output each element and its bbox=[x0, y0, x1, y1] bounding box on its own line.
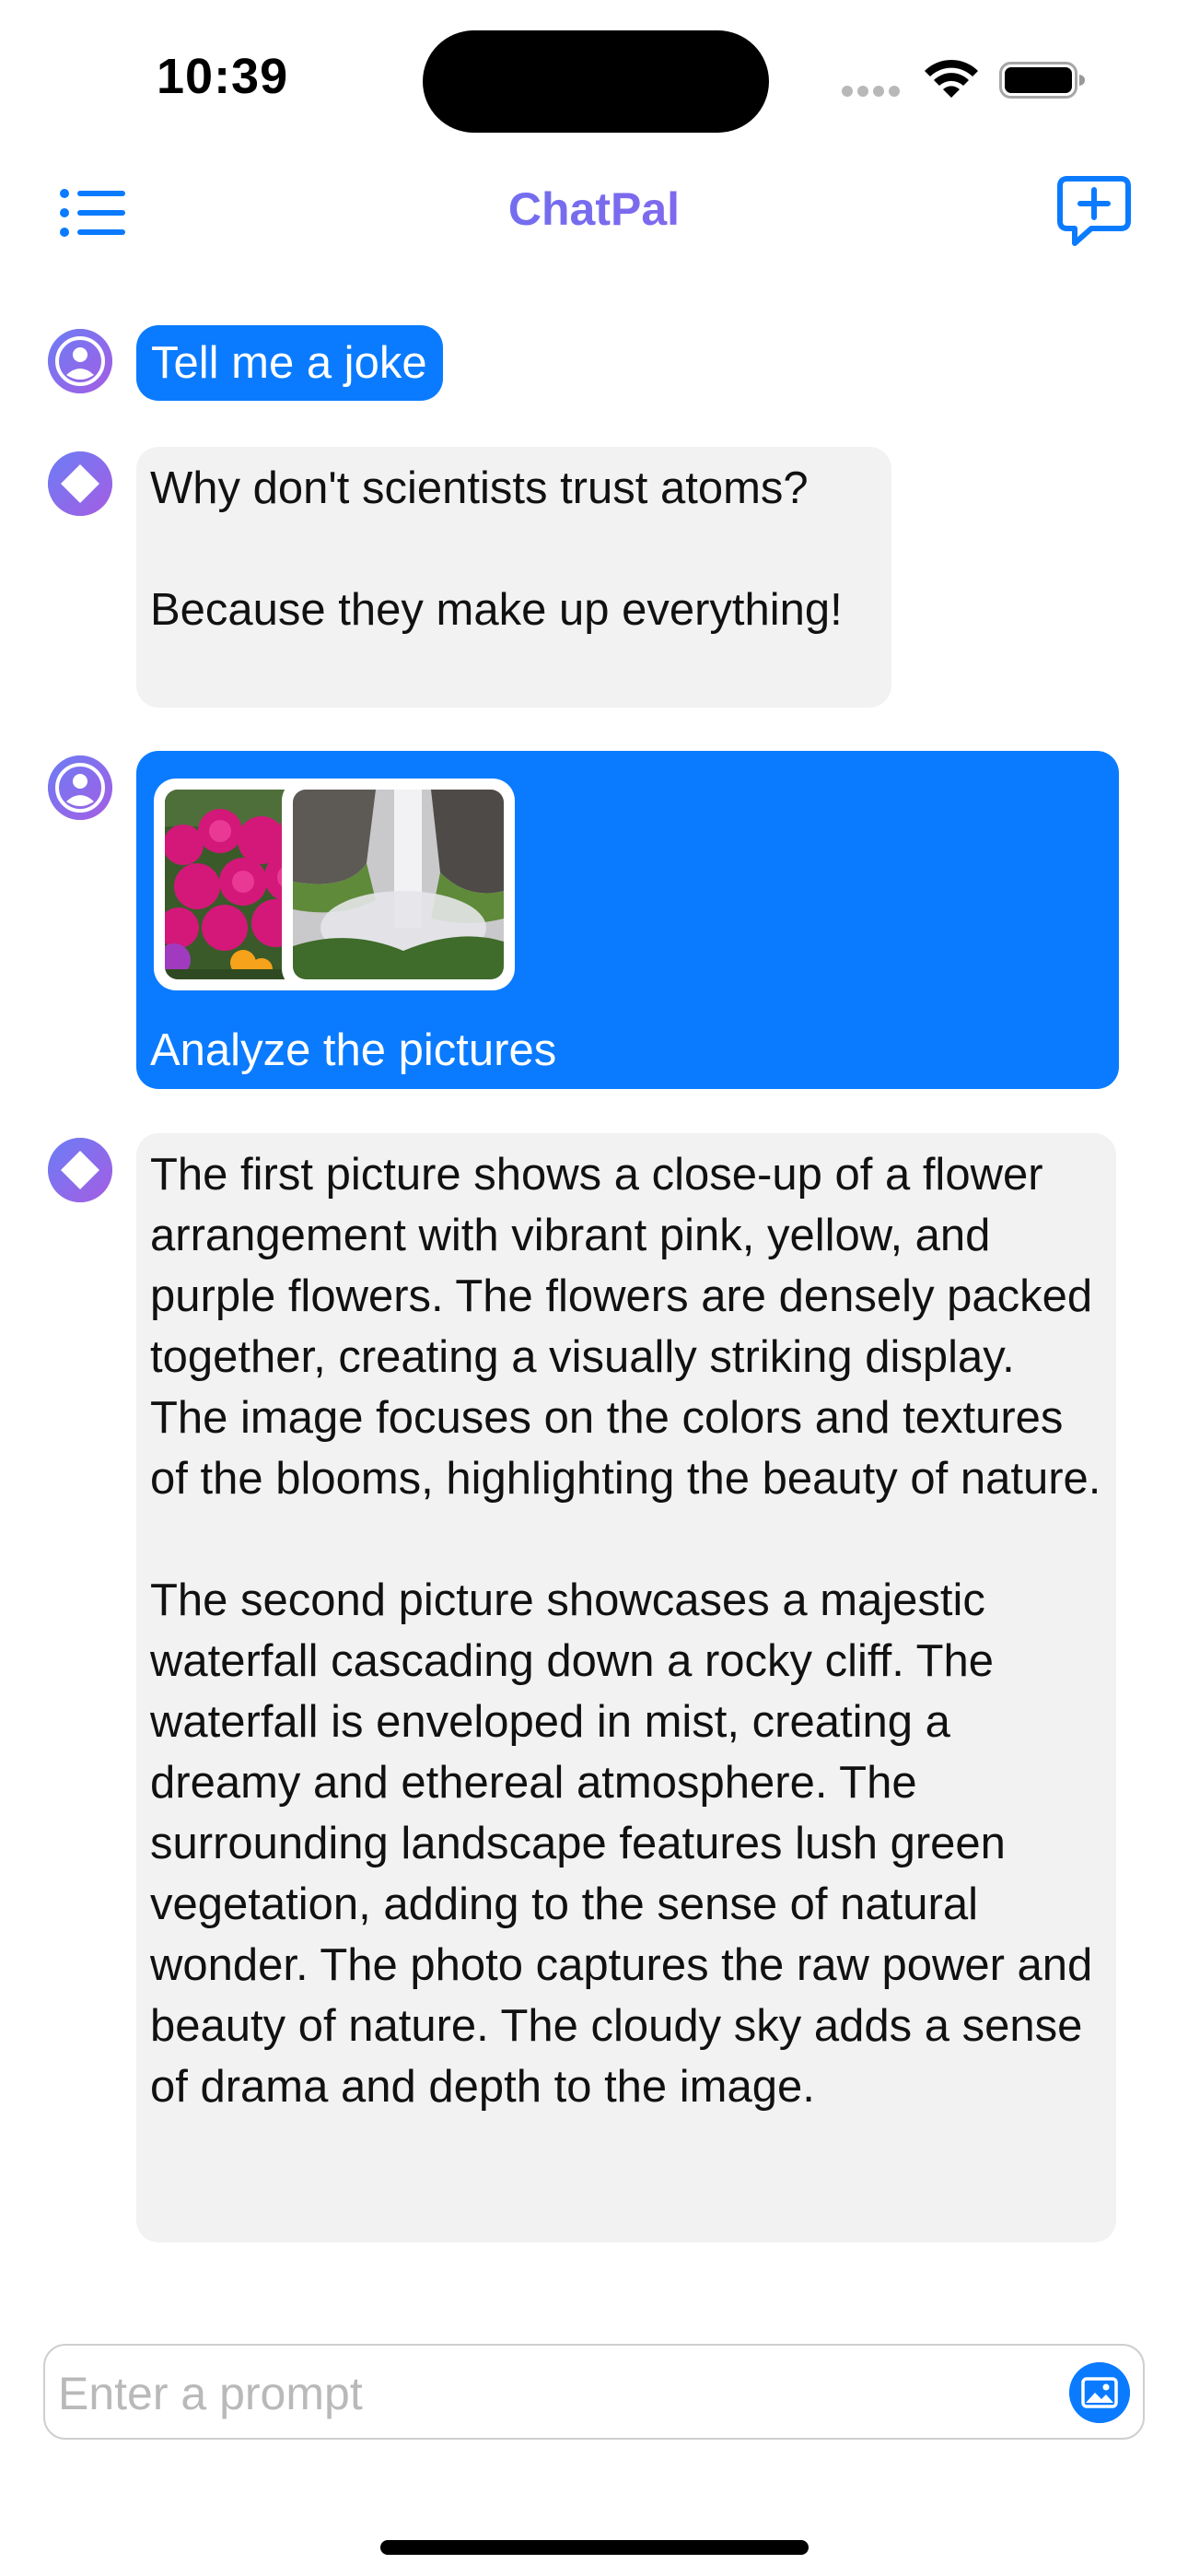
person-icon bbox=[48, 755, 112, 820]
home-indicator bbox=[380, 2540, 809, 2555]
message-plus-icon[interactable] bbox=[1054, 173, 1134, 252]
wifi-icon bbox=[925, 59, 978, 98]
battery-icon bbox=[999, 62, 1085, 99]
message-text: Tell me a joke bbox=[151, 338, 427, 388]
person-icon bbox=[48, 329, 112, 393]
message-text: Analyze the pictures bbox=[150, 1025, 557, 1075]
user-message-bubble: Analyze the pictures bbox=[136, 751, 1119, 1089]
photo-icon[interactable] bbox=[1069, 2362, 1130, 2423]
dynamic-island bbox=[423, 30, 769, 133]
navigation-bar: ChatPal bbox=[0, 157, 1188, 267]
diamond-icon bbox=[48, 1138, 112, 1202]
waterfall-image bbox=[293, 790, 504, 979]
assistant-message-bubble: The first picture shows a close-up of a … bbox=[136, 1133, 1116, 2242]
status-bar: 10:39 bbox=[0, 0, 1188, 157]
status-time: 10:39 bbox=[157, 49, 289, 104]
cellular-signal-icon bbox=[842, 85, 906, 98]
message-text: Why don't scientists trust atoms? Becaus… bbox=[150, 463, 843, 635]
app-title: ChatPal bbox=[0, 182, 1188, 236]
prompt-field bbox=[43, 2344, 1145, 2440]
user-message-bubble: Tell me a joke bbox=[136, 325, 443, 401]
diamond-icon bbox=[48, 451, 112, 516]
message-text: The first picture shows a close-up of a … bbox=[150, 1150, 1101, 2112]
assistant-message-bubble: Why don't scientists trust atoms? Becaus… bbox=[136, 447, 891, 708]
waterfall-photo[interactable] bbox=[282, 779, 515, 990]
prompt-input[interactable] bbox=[56, 2359, 1036, 2429]
